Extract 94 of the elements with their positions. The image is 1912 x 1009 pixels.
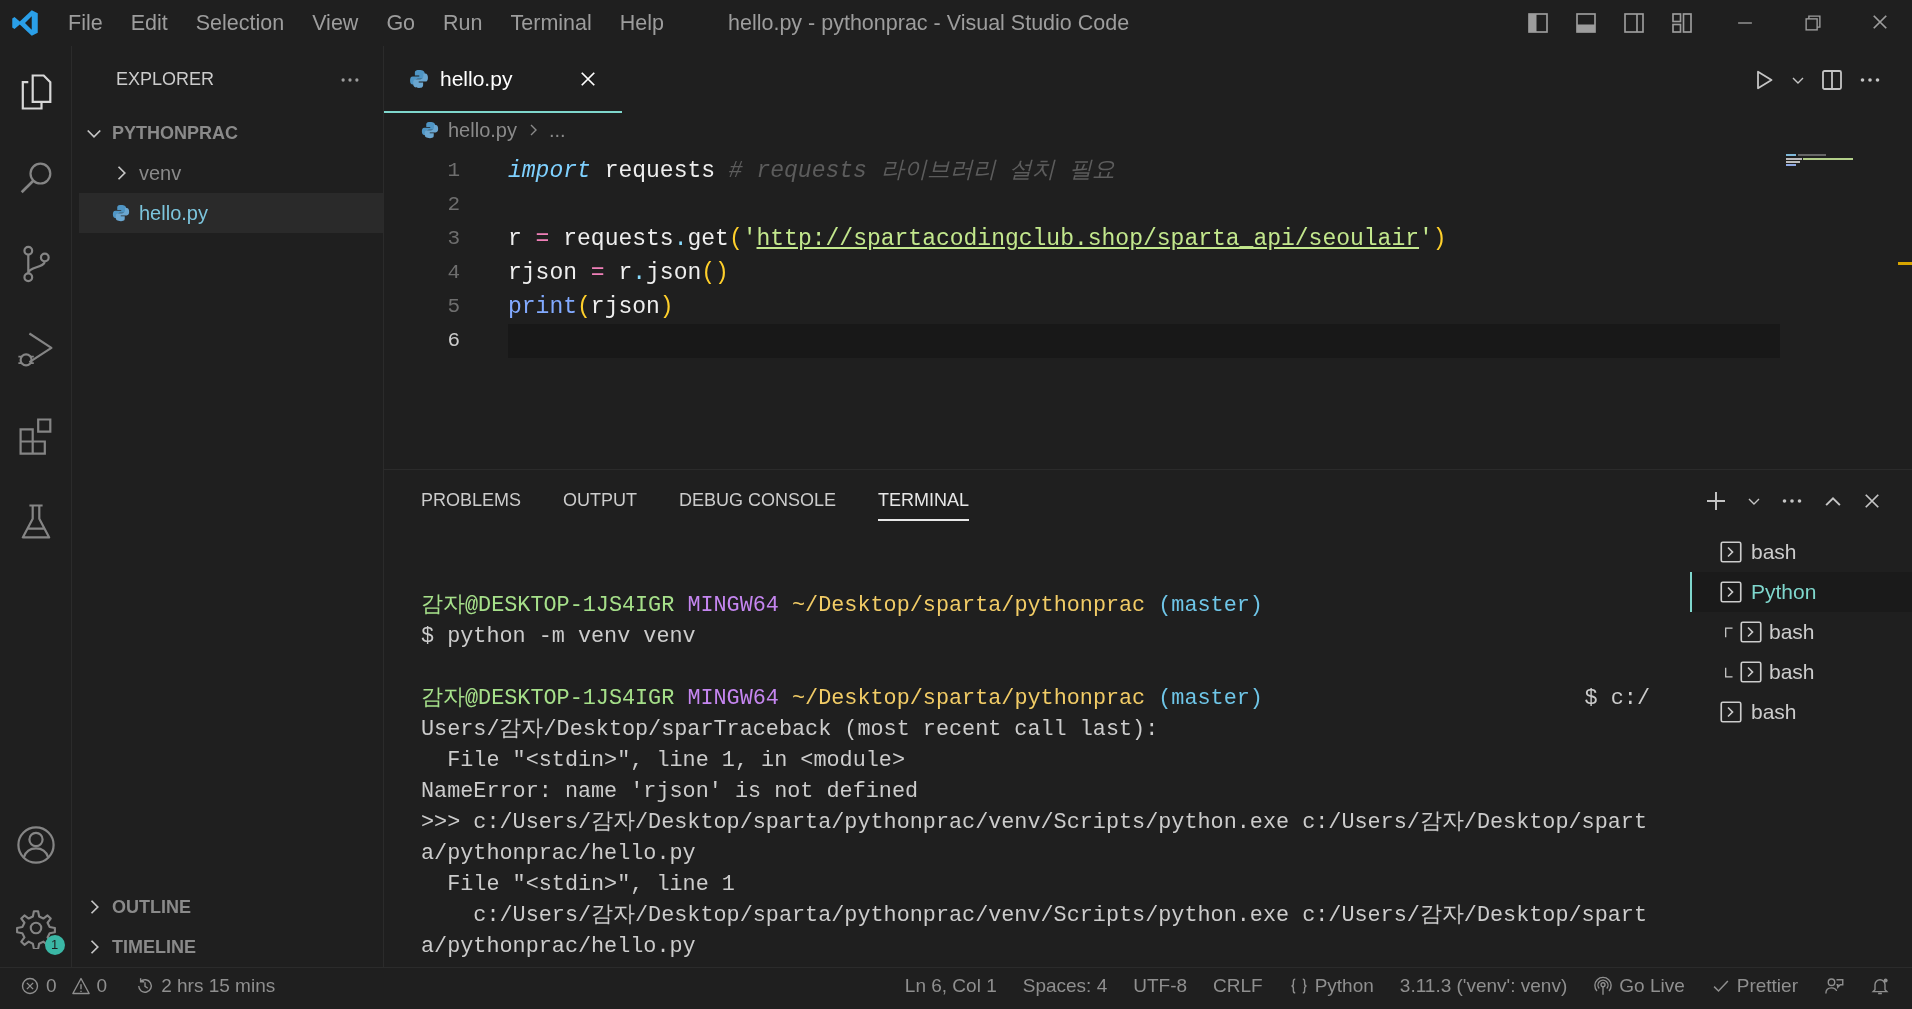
status-item[interactable]: UTF-8 bbox=[1133, 974, 1188, 997]
bell-icon[interactable] bbox=[1870, 975, 1890, 996]
terminal-icon bbox=[1719, 580, 1743, 604]
folder-name: PYTHONPRAC bbox=[112, 122, 238, 144]
file-row[interactable]: venv bbox=[79, 153, 383, 193]
menu-item[interactable]: Run bbox=[429, 0, 497, 46]
plus-icon[interactable] bbox=[1704, 489, 1728, 513]
tab-label: hello.py bbox=[440, 66, 513, 91]
status-item[interactable]: Ln 6, Col 1 bbox=[904, 974, 997, 997]
menu-item[interactable]: File bbox=[54, 0, 117, 46]
terminal-session[interactable]: bash bbox=[1690, 692, 1912, 732]
panel-tab[interactable]: TERMINAL bbox=[878, 481, 970, 521]
terminal-icon bbox=[1719, 540, 1743, 564]
terminal-line: File "<stdin>", line 1 bbox=[446, 871, 735, 899]
split-editor-icon[interactable] bbox=[1820, 67, 1844, 92]
sidebar-title: EXPLORER bbox=[116, 69, 215, 90]
terminal-session[interactable]: bash bbox=[1690, 612, 1912, 652]
section-title: TIMELINE bbox=[112, 936, 196, 958]
warning-icon[interactable] bbox=[70, 975, 91, 996]
terminal-icon bbox=[1719, 700, 1743, 724]
line-number: 2 bbox=[446, 192, 460, 218]
vscode-logo bbox=[10, 8, 40, 38]
notification-badge: 1 bbox=[44, 935, 65, 955]
terminal-line: a/pythonprac/hello.py bbox=[421, 840, 696, 868]
customize-layout-icon[interactable] bbox=[1670, 11, 1694, 35]
terminal-icon bbox=[1739, 620, 1763, 644]
menu-item[interactable]: Terminal bbox=[496, 0, 606, 46]
python-icon bbox=[408, 67, 430, 90]
code-text: print(rjson) bbox=[508, 294, 674, 320]
status-item[interactable]: Spaces: 4 bbox=[1022, 974, 1108, 997]
terminal-line: >>> c:/Users/감자/Desktop/sparta/pythonprac/venv/Scripts/python.exe c:/Users/감자/Desktop/spart bbox=[421, 809, 1647, 837]
sidebar-layout-icon[interactable] bbox=[1526, 11, 1550, 35]
tree-line-icon bbox=[1725, 666, 1733, 678]
status-item[interactable]: 0 bbox=[46, 974, 57, 997]
line-number: 3 bbox=[446, 226, 460, 252]
code-text: import requests # requests 라이브러리 설치 필요 bbox=[508, 158, 1116, 184]
section-title: OUTLINE bbox=[112, 896, 191, 918]
broadcast-icon[interactable] bbox=[1593, 975, 1614, 996]
status-item[interactable]: Go Live bbox=[1619, 974, 1685, 997]
secondary-sidebar-layout-icon[interactable] bbox=[1622, 11, 1646, 35]
section-header[interactable]: OUTLINE bbox=[72, 887, 383, 927]
terminal-line: NameError: name 'rjson' is not defined bbox=[421, 778, 919, 806]
python-icon bbox=[111, 203, 131, 223]
window-title: hello.py - pythonprac - Visual Studio Code bbox=[728, 10, 1130, 36]
terminal-icon bbox=[1739, 660, 1763, 684]
terminal-line: $ python -m venv venv bbox=[421, 623, 696, 651]
panel-tab[interactable]: PROBLEMS bbox=[421, 481, 522, 521]
restore-icon[interactable] bbox=[1802, 12, 1824, 34]
status-item[interactable]: 0 bbox=[96, 974, 108, 997]
breadcrumb-item[interactable]: hello.py bbox=[448, 118, 517, 142]
panel-tab[interactable]: OUTPUT bbox=[563, 481, 638, 521]
terminal-session[interactable]: bash bbox=[1690, 532, 1912, 572]
file-name: hello.py bbox=[139, 201, 208, 225]
menu-item[interactable]: View bbox=[298, 0, 373, 46]
python-icon bbox=[420, 120, 440, 140]
terminal-line: c:/Users/감자/Desktop/sparta/pythonprac/venv/Scripts/python.exe c:/Users/감자/Desktop/spart bbox=[472, 902, 1647, 930]
status-item[interactable]: Prettier bbox=[1736, 974, 1798, 997]
section-header[interactable]: TIMELINE bbox=[72, 927, 383, 967]
status-item[interactable]: 2 hrs 15 mins bbox=[161, 974, 276, 997]
terminal-session[interactable]: bash bbox=[1690, 652, 1912, 692]
terminal-line: a/pythonprac/hello.py bbox=[421, 933, 696, 961]
code-text: rjson = r.json() bbox=[508, 260, 729, 286]
gear-icon[interactable] bbox=[14, 907, 57, 949]
terminal-line: File "<stdin>", line 1, in <module> bbox=[446, 747, 905, 775]
breadcrumb-item[interactable]: ... bbox=[548, 118, 566, 142]
menu-item[interactable]: Go bbox=[372, 0, 430, 46]
close-icon[interactable] bbox=[1862, 491, 1882, 511]
line-number: 6 bbox=[446, 328, 460, 354]
status-item[interactable]: Python bbox=[1314, 974, 1374, 997]
code-text: r = requests.get('http://spartacodingclub.shop/sparta_api/seoulair') bbox=[508, 226, 1447, 252]
terminal-session[interactable]: Python bbox=[1690, 572, 1912, 612]
panel-tab[interactable]: DEBUG CONSOLE bbox=[679, 481, 837, 521]
tree-line-icon bbox=[1725, 626, 1733, 638]
error-icon[interactable] bbox=[20, 975, 40, 996]
panel-layout-icon[interactable] bbox=[1574, 11, 1598, 35]
line-number: 1 bbox=[446, 158, 460, 184]
editor-tab[interactable]: hello.py bbox=[384, 46, 623, 113]
line-number: 5 bbox=[446, 294, 460, 320]
file-name: venv bbox=[139, 161, 182, 185]
folder-row[interactable]: PYTHONPRAC bbox=[72, 113, 383, 153]
scrollbar-marker bbox=[1898, 262, 1912, 265]
menu-item[interactable]: Help bbox=[605, 0, 678, 46]
terminal-line: 감자@DESKTOP-1JS4IGR MINGW64 ~/Desktop/sparta/pythonprac (master) bbox=[421, 592, 1263, 620]
status-item[interactable]: 3.11.3 ('venv': venv) bbox=[1399, 974, 1568, 997]
status-item[interactable]: CRLF bbox=[1213, 974, 1263, 997]
file-row[interactable]: hello.py bbox=[79, 193, 383, 233]
terminal-line: 감자@DESKTOP-1JS4IGR MINGW64 ~/Desktop/sparta/pythonprac (master) bbox=[421, 685, 1263, 713]
terminal-line: Users/감자/Desktop/sparTraceback (most recent call last): bbox=[421, 716, 1159, 744]
menu-item[interactable]: Edit bbox=[116, 0, 182, 46]
feedback-icon[interactable] bbox=[1824, 975, 1844, 996]
menu-item[interactable]: Selection bbox=[181, 0, 299, 46]
terminal-line: $ c:/ bbox=[1584, 685, 1650, 713]
close-icon[interactable] bbox=[1870, 12, 1890, 32]
line-number: 4 bbox=[446, 260, 460, 286]
